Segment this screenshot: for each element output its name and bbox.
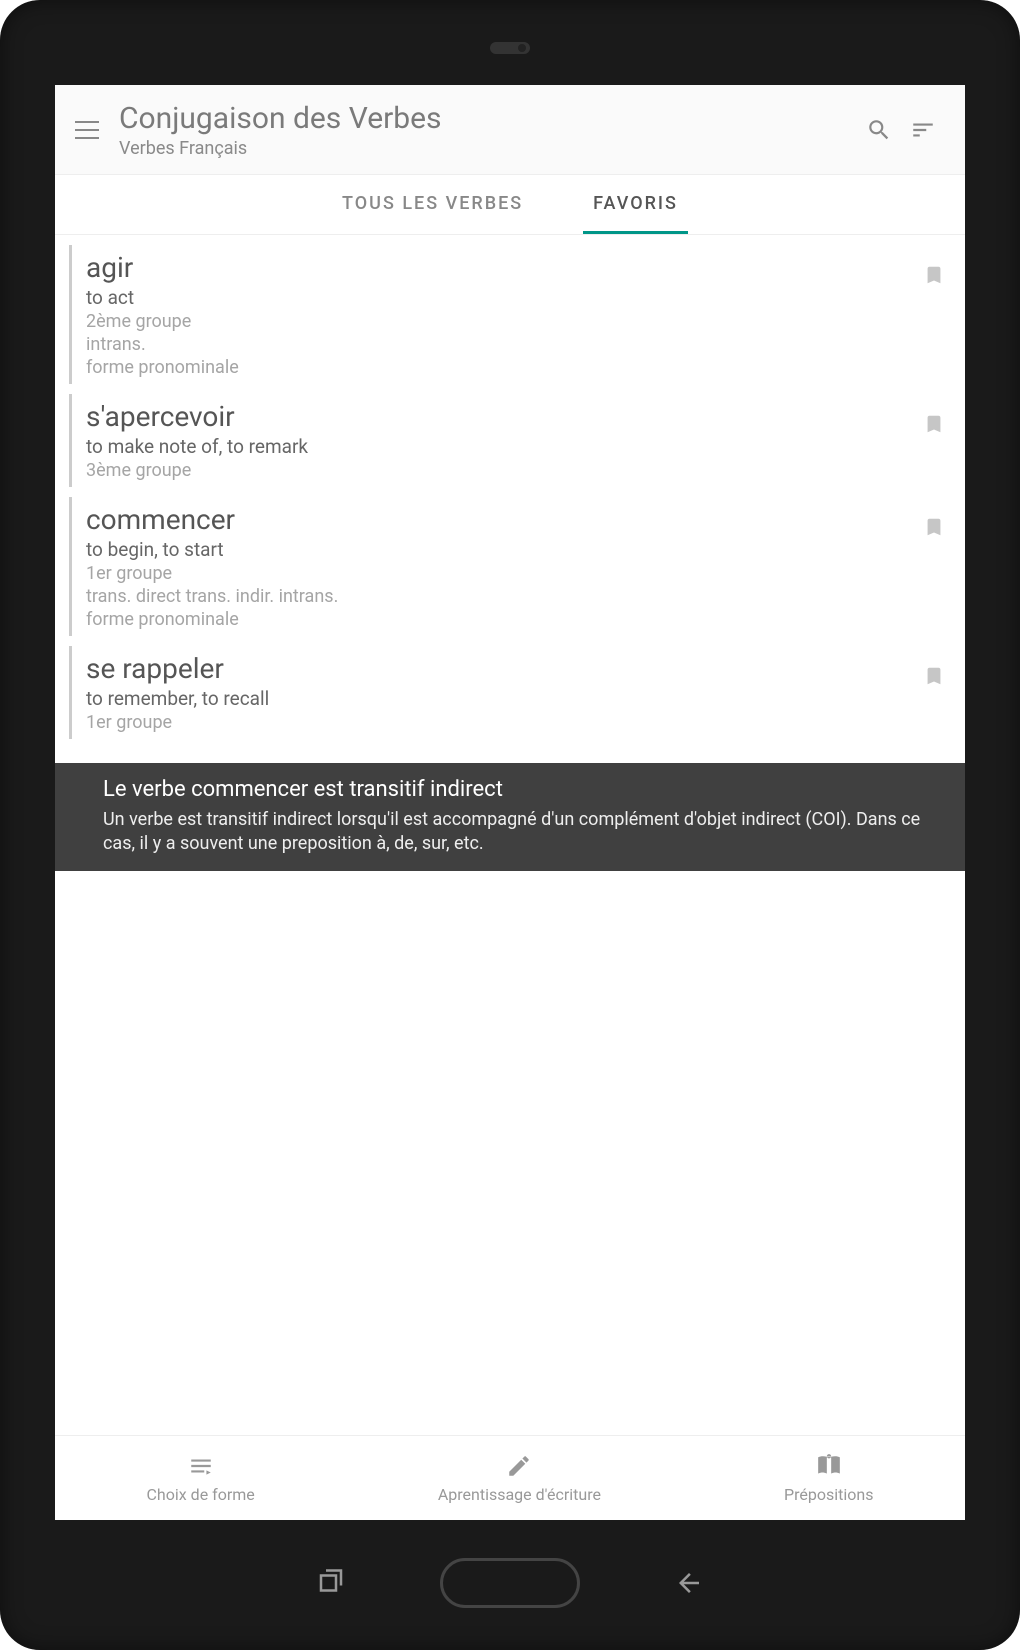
app-bar: Conjugaison des Verbes Verbes Français <box>55 85 965 175</box>
nav-label: Choix de forme <box>147 1485 255 1504</box>
verb-group: 1er groupe <box>86 563 905 584</box>
menu-icon[interactable] <box>75 121 99 139</box>
list-item[interactable]: se rappeler to remember, to recall 1er g… <box>69 646 965 739</box>
bookmark-icon <box>923 261 945 289</box>
tab-all-verbs[interactable]: TOUS LES VERBES <box>332 175 533 234</box>
bookmark-button[interactable] <box>923 662 945 690</box>
bookmark-button[interactable] <box>923 261 945 289</box>
nav-prepositions[interactable]: Prépositions <box>784 1453 873 1504</box>
page-title: Conjugaison des Verbes <box>119 101 857 136</box>
search-icon <box>866 117 892 143</box>
tab-bar: TOUS LES VERBES FAVORIS <box>55 175 965 235</box>
bookmark-icon <box>923 662 945 690</box>
toast-body: Un verbe est transitif indirect lorsqu'i… <box>103 808 935 857</box>
bottom-nav: Choix de forme Aprentissage d'écriture P… <box>55 1435 965 1520</box>
tablet-camera <box>490 42 530 54</box>
verb-group: 2ème groupe <box>86 311 905 332</box>
bookmark-icon <box>923 513 945 541</box>
pencil-icon <box>506 1453 532 1479</box>
recent-apps-button[interactable] <box>312 1568 350 1598</box>
toast-title: Le verbe commencer est transitif indirec… <box>103 777 935 802</box>
page-subtitle: Verbes Français <box>119 138 857 159</box>
list-item[interactable]: agir to act 2ème groupe intrans. forme p… <box>69 245 965 384</box>
verb-translation: to act <box>86 286 905 309</box>
verb-form: forme pronominale <box>86 609 905 630</box>
back-button[interactable] <box>670 1568 708 1598</box>
verb-translation: to begin, to start <box>86 538 905 561</box>
info-toast[interactable]: Le verbe commencer est transitif indirec… <box>55 763 965 871</box>
list-icon <box>188 1453 214 1479</box>
bookmark-icon <box>923 410 945 438</box>
bookmark-button[interactable] <box>923 513 945 541</box>
verb-translation: to make note of, to remark <box>86 435 905 458</box>
tablet-frame: Conjugaison des Verbes Verbes Français T… <box>0 0 1020 1650</box>
sort-icon <box>910 117 936 143</box>
app-screen: Conjugaison des Verbes Verbes Français T… <box>55 85 965 1520</box>
verb-group: 1er groupe <box>86 712 905 733</box>
book-icon <box>816 1453 842 1479</box>
verb-name: se rappeler <box>86 652 905 685</box>
list-item[interactable]: commencer to begin, to start 1er groupe … <box>69 497 965 636</box>
nav-writing-practice[interactable]: Aprentissage d'écriture <box>438 1453 601 1504</box>
bookmark-button[interactable] <box>923 410 945 438</box>
verb-name: commencer <box>86 503 905 536</box>
nav-label: Prépositions <box>784 1485 873 1504</box>
verb-form: forme pronominale <box>86 357 905 378</box>
verb-type: intrans. <box>86 334 905 355</box>
search-button[interactable] <box>857 108 901 152</box>
sort-button[interactable] <box>901 108 945 152</box>
hardware-buttons <box>0 1558 1020 1608</box>
title-block: Conjugaison des Verbes Verbes Français <box>119 101 857 159</box>
tab-favorites[interactable]: FAVORIS <box>583 175 688 234</box>
list-item[interactable]: s'apercevoir to make note of, to remark … <box>69 394 965 487</box>
verb-translation: to remember, to recall <box>86 687 905 710</box>
home-button[interactable] <box>440 1558 580 1608</box>
verb-name: s'apercevoir <box>86 400 905 433</box>
verb-type: trans. direct trans. indir. intrans. <box>86 586 905 607</box>
verb-group: 3ème groupe <box>86 460 905 481</box>
nav-label: Aprentissage d'écriture <box>438 1485 601 1504</box>
nav-form-choice[interactable]: Choix de forme <box>147 1453 255 1504</box>
verb-name: agir <box>86 251 905 284</box>
verb-list[interactable]: agir to act 2ème groupe intrans. forme p… <box>55 235 965 1435</box>
